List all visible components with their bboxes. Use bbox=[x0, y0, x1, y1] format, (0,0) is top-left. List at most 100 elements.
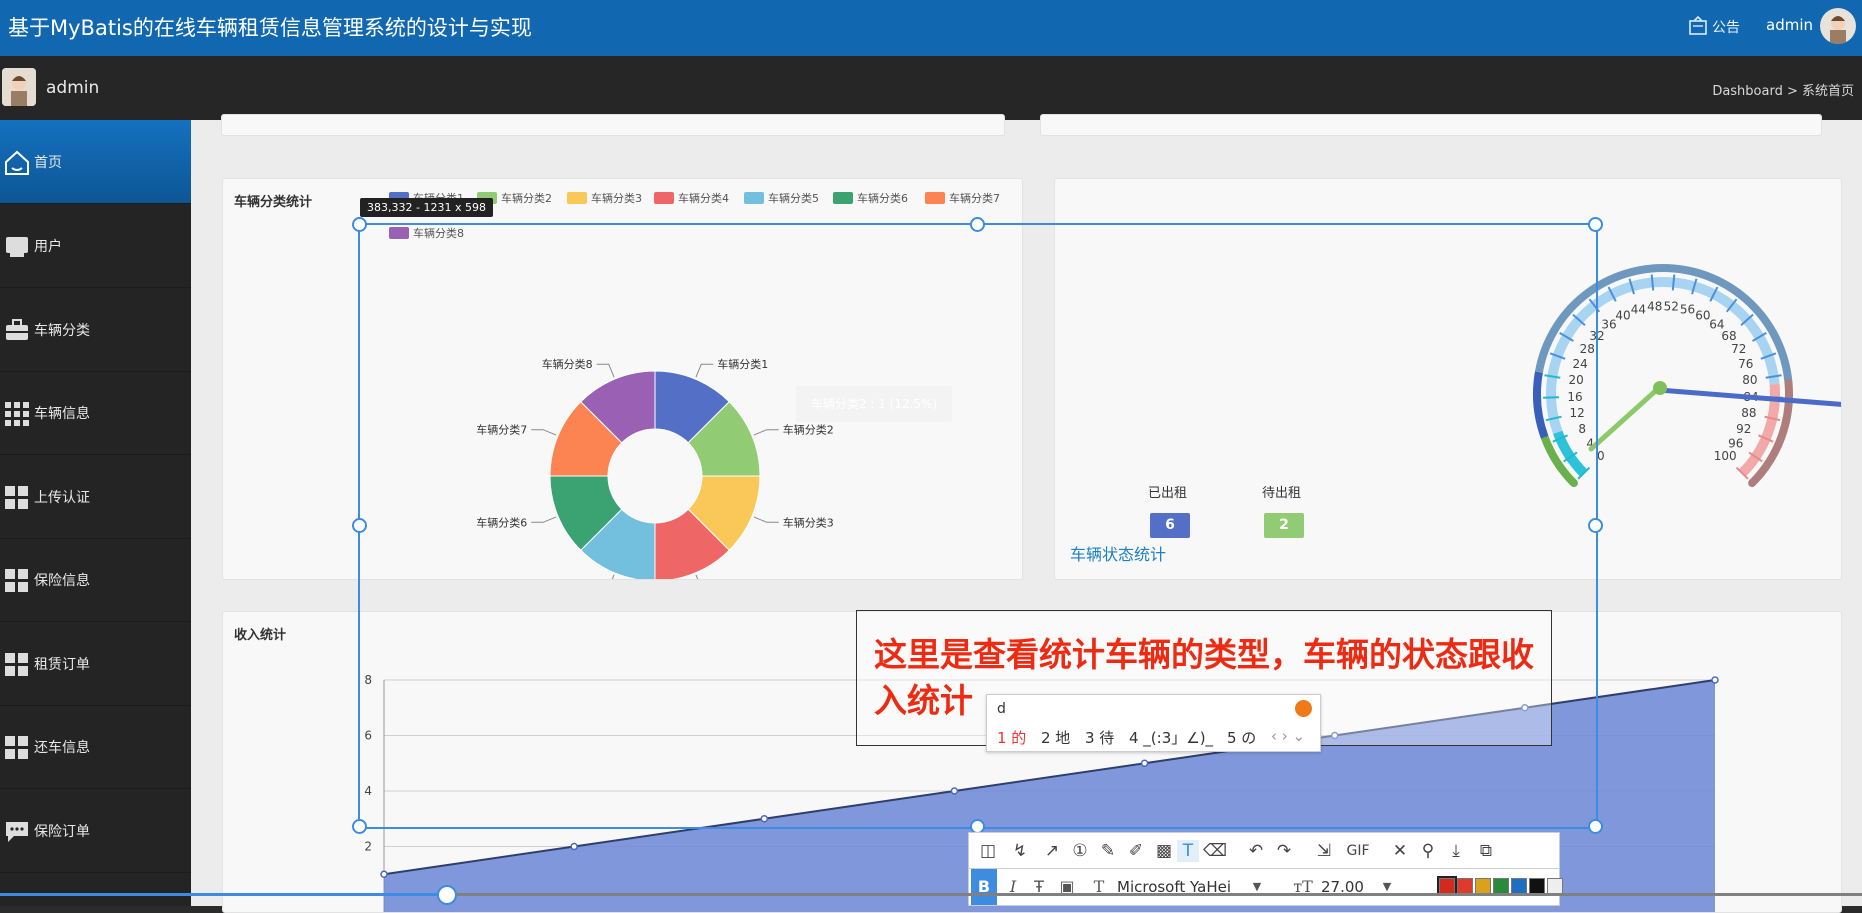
home-icon bbox=[4, 149, 30, 175]
sidebar-item-label: 还车信息 bbox=[34, 740, 90, 756]
resize-handle[interactable] bbox=[352, 217, 367, 232]
gauge-major-tick bbox=[1671, 274, 1676, 291]
color-swatch[interactable] bbox=[1457, 878, 1473, 894]
sidebar-item-label: 用户 bbox=[34, 239, 62, 255]
sidebar-item-label: 首页 bbox=[34, 155, 62, 171]
color-swatch[interactable] bbox=[1437, 876, 1457, 896]
mosaic-tool-icon[interactable]: ▩ bbox=[1153, 840, 1175, 862]
ime-candidate[interactable]: 4 _(:3」∠)_ bbox=[1129, 727, 1213, 748]
sidebar-item-vehicle-info[interactable]: 车辆信息 bbox=[0, 371, 191, 455]
breadcrumb[interactable]: Dashboard > 系统首页 bbox=[1712, 80, 1854, 99]
color-swatch[interactable] bbox=[1511, 878, 1527, 894]
sidebar-item-insurance-info[interactable]: 保险信息 bbox=[0, 538, 191, 622]
sidebar-item-rental-orders[interactable]: 租赁订单 bbox=[0, 622, 191, 706]
user-card-icon bbox=[4, 233, 30, 259]
gauge-major-tick bbox=[1765, 374, 1782, 379]
long-screenshot-icon[interactable]: ⇲ bbox=[1313, 840, 1335, 862]
ime-prev-next-icon[interactable]: ‹ › ⌄ bbox=[1271, 727, 1305, 745]
ime-candidate[interactable]: 2 地 bbox=[1041, 727, 1070, 748]
ime-candidate[interactable]: 1 的 bbox=[997, 727, 1026, 748]
close-icon[interactable]: ✕ bbox=[1389, 840, 1411, 862]
resize-handle[interactable] bbox=[1588, 217, 1603, 232]
gauge-tick-label: 68 bbox=[1721, 329, 1736, 343]
curve-tool-icon[interactable]: ↯ bbox=[1009, 840, 1031, 862]
notice-icon[interactable] bbox=[1688, 15, 1708, 37]
resize-handle[interactable] bbox=[352, 819, 367, 834]
arrow-tool-icon[interactable]: ↗ bbox=[1041, 840, 1063, 862]
video-progress bbox=[0, 893, 446, 896]
text-format-bar: B I Ŧ ▣ T Microsoft YaHei ▼ ᴛT 27.00 ▼ bbox=[968, 868, 1563, 906]
gauge-tick-label: 36 bbox=[1601, 317, 1616, 331]
grid-icon bbox=[4, 484, 30, 510]
sidebar-item-label: 车辆信息 bbox=[34, 406, 90, 422]
income-point bbox=[570, 842, 578, 851]
gauge-tick-label: 40 bbox=[1615, 309, 1630, 323]
screenshot-toolbar: ◫ ↯ ↗ ① ✎ ✐ ▩ T ⌫ ↶ ↷ ⇲ GIF ✕ ⚲ ⤓ ⧉ bbox=[968, 832, 1560, 869]
pin-icon[interactable]: ⚲ bbox=[1417, 840, 1439, 862]
grid-icon bbox=[4, 400, 30, 426]
gauge-needle bbox=[1588, 383, 1664, 452]
gauge-tick-label: 48 bbox=[1647, 299, 1662, 313]
pen-tool-icon[interactable]: ✎ bbox=[1097, 840, 1119, 862]
download-icon[interactable]: ⤓ bbox=[1445, 840, 1467, 862]
chat-icon bbox=[4, 818, 30, 844]
ime-candidate-window: d 1 的 2 地 3 待 4 _(:3」∠)_ 5 の ‹ › ⌄ bbox=[986, 694, 1321, 752]
ime-candidate[interactable]: 5 の bbox=[1227, 727, 1256, 748]
resize-handle[interactable] bbox=[970, 217, 985, 232]
gauge-tick-label: 88 bbox=[1741, 406, 1756, 420]
sidebar-item-return-info[interactable]: 还车信息 bbox=[0, 705, 191, 789]
sidebar-item-label: 保险订单 bbox=[34, 824, 90, 840]
sidebar-item-vehicle-category[interactable]: 车辆分类 bbox=[0, 288, 191, 372]
y-tick-label: 2 bbox=[364, 840, 372, 854]
gauge-tick-label: 44 bbox=[1631, 302, 1646, 316]
color-swatch[interactable] bbox=[1529, 878, 1545, 894]
resize-handle[interactable] bbox=[352, 518, 367, 533]
notice-link[interactable]: 公告 bbox=[1712, 17, 1740, 37]
sidebar-item-insurance-orders[interactable]: 保险订单 bbox=[0, 789, 191, 873]
color-swatch[interactable] bbox=[1475, 878, 1491, 894]
eraser-tool-icon[interactable]: ⌫ bbox=[1203, 840, 1227, 862]
rect-tool-icon[interactable]: ◫ bbox=[977, 840, 999, 862]
gauge-tick-label: 80 bbox=[1742, 373, 1757, 387]
gauge-tick-label: 52 bbox=[1664, 299, 1679, 313]
ime-candidate[interactable]: 3 待 bbox=[1085, 727, 1114, 748]
text-tool-icon[interactable]: T bbox=[1177, 840, 1199, 862]
ime-logo-icon bbox=[1295, 700, 1312, 717]
sidebar-item-upload-verify[interactable]: 上传认证 bbox=[0, 455, 191, 539]
color-swatch[interactable] bbox=[1547, 878, 1563, 894]
resize-handle[interactable] bbox=[1588, 518, 1603, 533]
sidebar-item-label: 租赁订单 bbox=[34, 657, 90, 673]
income-point bbox=[380, 870, 388, 878]
gauge-tick-label: 100 bbox=[1714, 449, 1737, 463]
gauge-tick-label: 92 bbox=[1736, 422, 1751, 436]
copy-icon[interactable]: ⧉ bbox=[1475, 840, 1497, 862]
sidebar-item-users[interactable]: 用户 bbox=[0, 204, 191, 288]
sidebar-item-label: 车辆分类 bbox=[34, 323, 90, 339]
top-panel-right bbox=[1040, 114, 1822, 136]
undo-icon[interactable]: ↶ bbox=[1245, 840, 1267, 862]
header-username[interactable]: admin bbox=[1766, 16, 1813, 34]
top-panel-left bbox=[221, 114, 1005, 136]
color-swatch[interactable] bbox=[1493, 878, 1509, 894]
seek-knob[interactable] bbox=[437, 885, 457, 905]
bold-icon[interactable]: B bbox=[971, 869, 997, 905]
top-header: 基于MyBatis的在线车辆租赁信息管理系统的设计与实现 公告 admin bbox=[0, 0, 1862, 56]
gauge-tick-label: 72 bbox=[1731, 342, 1746, 356]
gauge-major-tick bbox=[1650, 274, 1655, 291]
gauge-hub bbox=[1653, 381, 1667, 395]
grid-icon bbox=[4, 734, 30, 760]
number-tool-icon[interactable]: ① bbox=[1069, 840, 1091, 862]
sidebar-item-home[interactable]: 首页 bbox=[0, 120, 191, 204]
sidebar-username: admin bbox=[46, 78, 100, 98]
gif-record-button[interactable]: GIF bbox=[1343, 840, 1373, 862]
gauge-tick-label: 76 bbox=[1738, 357, 1753, 371]
grid-icon bbox=[4, 567, 30, 593]
resize-handle[interactable] bbox=[1588, 819, 1603, 834]
gauge-tick-label: 56 bbox=[1680, 302, 1695, 316]
sub-header: admin Dashboard > 系统首页 bbox=[0, 56, 1862, 120]
grid-icon bbox=[4, 651, 30, 677]
marker-tool-icon[interactable]: ✐ bbox=[1125, 840, 1147, 862]
selection-size-tooltip: 383,332 - 1231 x 598 bbox=[360, 198, 493, 217]
redo-icon[interactable]: ↷ bbox=[1273, 840, 1295, 862]
header-avatar[interactable] bbox=[1820, 8, 1856, 44]
